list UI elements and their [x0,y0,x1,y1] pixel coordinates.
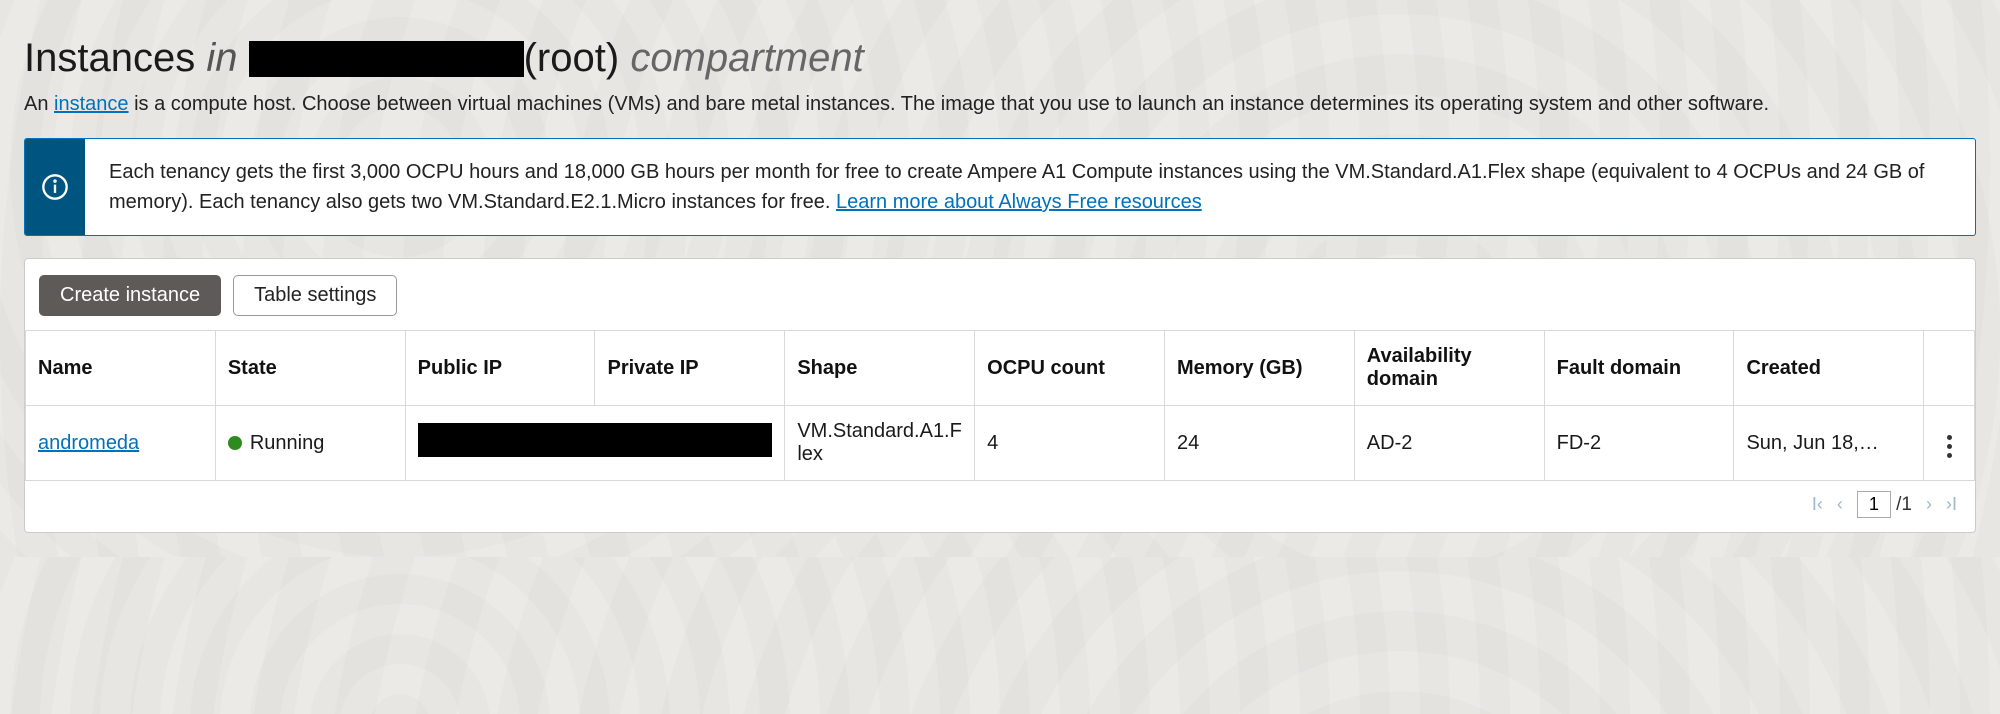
banner-link[interactable]: Learn more about Always Free resources [836,191,1202,213]
state-dot-icon [228,436,242,450]
instance-name-link[interactable]: andromeda [38,432,139,454]
instance-fd: FD-2 [1544,406,1734,481]
info-text: Each tenancy gets the first 3,000 OCPU h… [85,139,1975,235]
col-private-ip[interactable]: Private IP [595,331,785,406]
col-state[interactable]: State [215,331,405,406]
toolbar: Create instance Table settings [25,271,1975,330]
col-public-ip[interactable]: Public IP [405,331,595,406]
col-memory[interactable]: Memory (GB) [1164,331,1354,406]
instance-ad: AD-2 [1354,406,1544,481]
page-total: /1 [1896,494,1912,515]
title-redacted [249,41,524,77]
title-prefix: Instances [24,36,195,80]
page-title: Instances in (root) compartment [24,36,1976,81]
instance-created: Sun, Jun 18,… [1734,406,1924,481]
title-in: in [206,36,237,80]
row-actions [1924,406,1975,481]
title-root: (root) [524,36,620,80]
instance-ocpu: 4 [975,406,1165,481]
info-banner: Each tenancy gets the first 3,000 OCPU h… [24,138,1976,236]
info-icon [25,139,85,235]
page-input-wrap: /1 [1857,491,1912,518]
instances-panel: Create instance Table settings Name Stat… [24,258,1976,533]
col-ocpu[interactable]: OCPU count [975,331,1165,406]
page-current-input[interactable] [1857,491,1891,518]
col-actions [1924,331,1975,406]
instance-memory: 24 [1164,406,1354,481]
state-text: Running [250,432,325,454]
page-description: An instance is a compute host. Choose be… [24,93,1976,116]
col-created[interactable]: Created [1734,331,1924,406]
ip-redacted [418,423,773,457]
table-row: andromeda Running VM.Standard.A1.Flex 4 … [26,406,1975,481]
page-first-icon[interactable]: I‹ [1812,494,1823,515]
page-total-value: 1 [1901,494,1912,515]
desc-after: is a compute host. Choose between virtua… [129,93,1770,115]
instance-public-ip [405,406,785,481]
page-next-icon[interactable]: › [1926,494,1932,515]
kebab-menu-icon[interactable] [1941,429,1958,464]
col-fd[interactable]: Fault domain [1544,331,1734,406]
page-prev-icon[interactable]: ‹ [1837,494,1843,515]
instance-state: Running [215,406,405,481]
desc-before: An [24,93,54,115]
col-ad[interactable]: Availability domain [1354,331,1544,406]
create-instance-button[interactable]: Create instance [39,275,221,316]
instance-link[interactable]: instance [54,93,129,115]
instances-table: Name State Public IP Private IP Shape OC… [25,330,1975,481]
col-shape[interactable]: Shape [785,331,975,406]
pagination: I‹ ‹ /1 › ›I [25,481,1975,532]
page-last-icon[interactable]: ›I [1946,494,1957,515]
title-compartment: compartment [630,36,863,80]
col-name[interactable]: Name [26,331,216,406]
instance-shape: VM.Standard.A1.Flex [785,406,975,481]
table-settings-button[interactable]: Table settings [233,275,397,316]
